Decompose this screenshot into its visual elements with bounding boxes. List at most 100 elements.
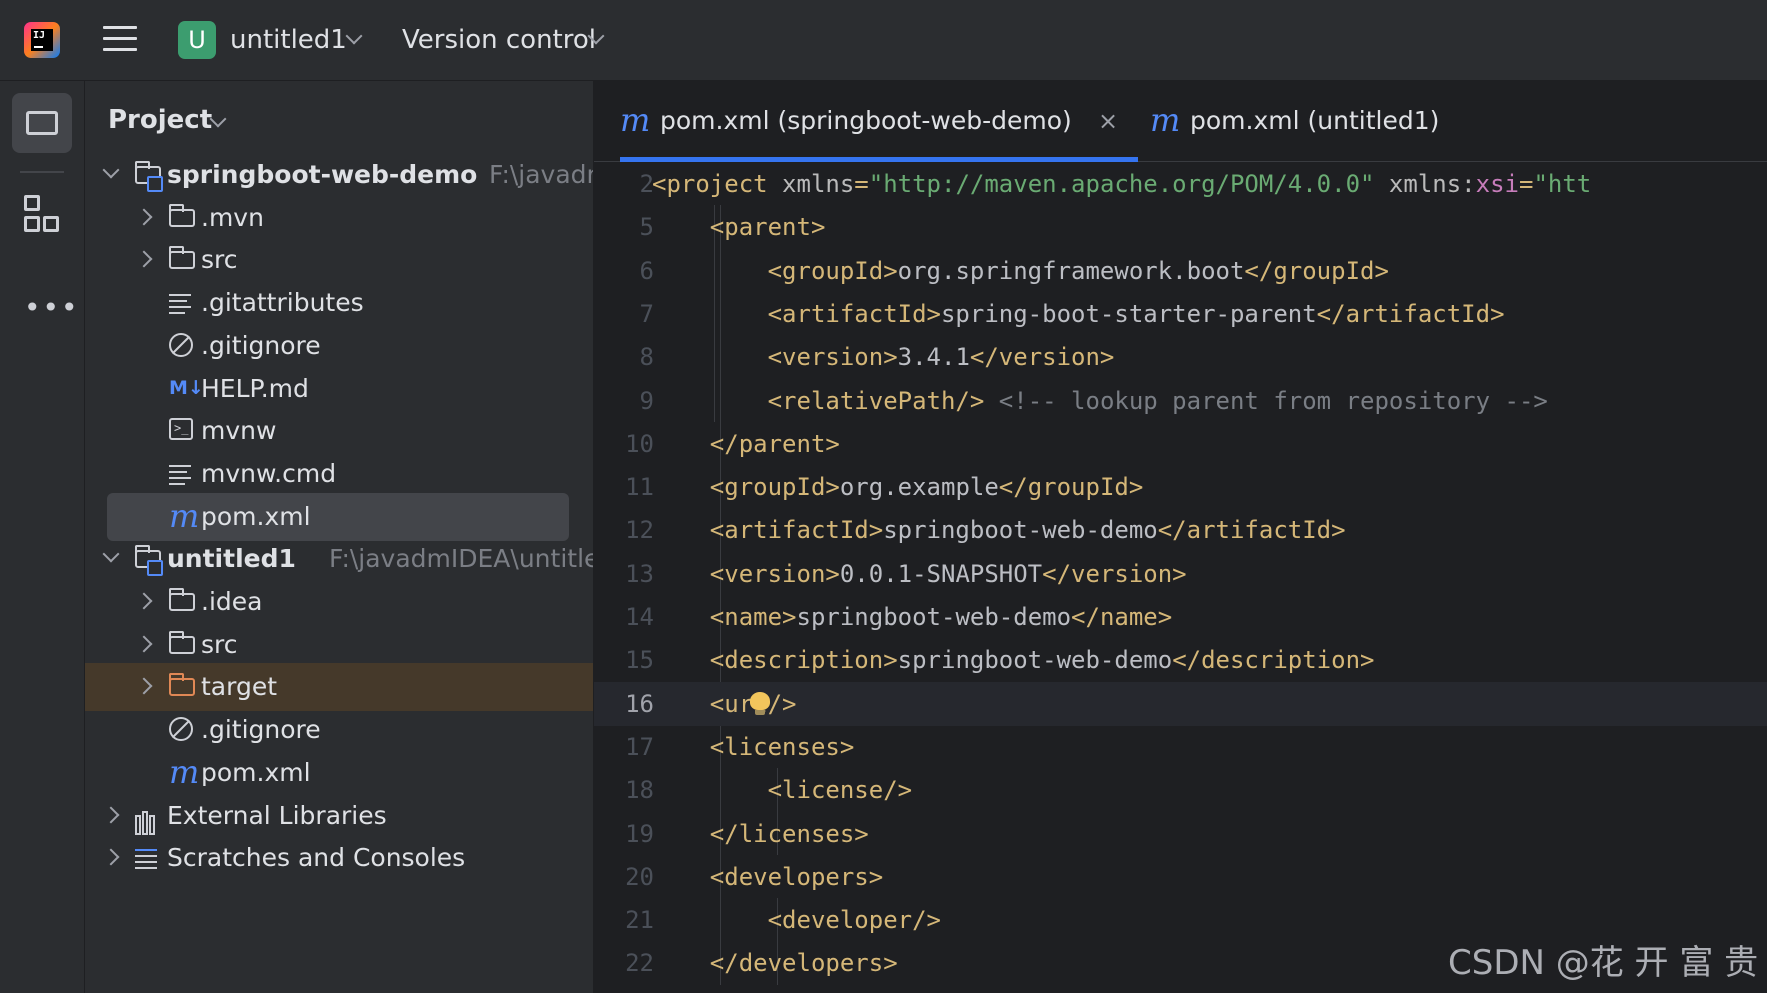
tree-item-mvnw-cmd[interactable]: mvnw.cmd xyxy=(85,450,593,498)
chevron-down-icon[interactable] xyxy=(345,27,363,45)
code-text[interactable]: <developers> xyxy=(652,855,883,899)
line-number[interactable]: 17 xyxy=(594,725,654,769)
structure-tool-button[interactable] xyxy=(12,186,72,246)
code-line[interactable]: 17 <licenses> xyxy=(594,725,1767,769)
project-badge[interactable]: U xyxy=(178,21,216,59)
chevron-right-icon[interactable] xyxy=(135,677,153,695)
line-number[interactable]: 15 xyxy=(594,638,654,682)
folder-icon xyxy=(169,203,197,229)
line-number[interactable]: 13 xyxy=(594,552,654,596)
tree-item-untitled1[interactable]: untitled1 F:\javadmIDEA\untitled1 xyxy=(85,535,593,583)
line-number[interactable]: 9 xyxy=(594,379,654,423)
code-line[interactable]: 15 <description>springboot-web-demo</des… xyxy=(594,638,1767,682)
lightbulb-icon[interactable] xyxy=(750,691,770,716)
tree-item-gitattributes[interactable]: .gitattributes xyxy=(85,279,593,327)
code-text[interactable]: <artifactId>spring-boot-starter-parent</… xyxy=(652,292,1505,336)
code-line[interactable]: 10 </parent> xyxy=(594,422,1767,466)
code-text[interactable]: </licenses> xyxy=(652,812,869,856)
tree-item-gitignore[interactable]: .gitignore xyxy=(85,706,593,754)
line-number[interactable]: 7 xyxy=(594,292,654,336)
project-selector[interactable]: untitled1 xyxy=(230,22,347,58)
code-line[interactable]: 11 <groupId>org.example</groupId> xyxy=(594,465,1767,509)
code-line[interactable]: 6 <groupId>org.springframework.boot</gro… xyxy=(594,249,1767,293)
chevron-right-icon[interactable] xyxy=(135,250,153,268)
line-number[interactable]: 19 xyxy=(594,812,654,856)
chevron-right-icon[interactable] xyxy=(102,848,120,866)
code-line[interactable]: 14 <name>springboot-web-demo</name> xyxy=(594,595,1767,639)
chevron-down-icon[interactable] xyxy=(102,545,120,563)
line-number[interactable]: 10 xyxy=(594,422,654,466)
tree-item-src[interactable]: src xyxy=(85,621,593,669)
code-text[interactable]: <groupId>org.springframework.boot</group… xyxy=(652,249,1389,293)
code-line[interactable]: 16 <url/> xyxy=(594,681,1767,726)
code-text[interactable]: <developer/> xyxy=(652,898,941,942)
line-number[interactable]: 11 xyxy=(594,465,654,509)
code-text[interactable]: <license/> xyxy=(652,768,913,812)
project-tool-button[interactable] xyxy=(12,93,72,153)
code-line[interactable]: 12 <artifactId>springboot-web-demo</arti… xyxy=(594,508,1767,552)
project-panel-title[interactable]: Project xyxy=(108,105,212,135)
line-number[interactable]: 2 xyxy=(594,162,654,206)
code-text[interactable]: <name>springboot-web-demo</name> xyxy=(652,595,1172,639)
close-icon[interactable]: × xyxy=(1098,81,1118,161)
code-line[interactable]: 5 <parent> xyxy=(594,205,1767,249)
code-text[interactable]: <artifactId>springboot-web-demo</artifac… xyxy=(652,508,1346,552)
code-text[interactable]: <licenses> xyxy=(652,725,855,769)
tree-item-scratches-and-consoles[interactable]: Scratches and Consoles xyxy=(85,834,593,882)
line-number[interactable]: 16 xyxy=(594,682,654,726)
code-line[interactable]: 13 <version>0.0.1-SNAPSHOT</version> xyxy=(594,552,1767,596)
code-text[interactable]: <relativePath/> <!-- lookup parent from … xyxy=(652,379,1548,423)
code-line[interactable]: 2 <project xmlns="http://maven.apache.org… xyxy=(594,162,1767,206)
line-number[interactable]: 14 xyxy=(594,595,654,639)
code-text[interactable]: <parent> xyxy=(652,205,826,249)
code-text[interactable]: <groupId>org.example</groupId> xyxy=(652,465,1144,509)
line-number[interactable]: 21 xyxy=(594,898,654,942)
line-number[interactable]: 6 xyxy=(594,249,654,293)
editor-tab-pom-untitled1[interactable]: m pom.xml (untitled1) xyxy=(1150,81,1490,161)
line-number[interactable]: 22 xyxy=(594,941,654,985)
code-line[interactable]: 19 </licenses> xyxy=(594,812,1767,856)
module-path: F:\javadmIDEA\untitled1 xyxy=(329,544,593,574)
code-line[interactable]: 7 <artifactId>spring-boot-starter-parent… xyxy=(594,292,1767,336)
tree-item-help-md[interactable]: M↓ HELP.md xyxy=(85,365,593,413)
intellij-logo-icon[interactable]: IJ xyxy=(24,22,60,58)
code-text[interactable]: <version>0.0.1-SNAPSHOT</version> xyxy=(652,552,1187,596)
editor-tab-pom-springboot[interactable]: m pom.xml (springboot-web-demo) × xyxy=(620,81,1138,162)
code-line[interactable]: 18 <license/> xyxy=(594,768,1767,812)
code-text[interactable]: <url/> xyxy=(652,682,797,726)
line-number[interactable]: 8 xyxy=(594,335,654,379)
main-menu-icon[interactable] xyxy=(103,26,137,54)
tree-item-idea[interactable]: .idea xyxy=(85,578,593,626)
code-line[interactable]: 20 <developers> xyxy=(594,855,1767,899)
more-tools-icon[interactable]: ••• xyxy=(24,294,80,322)
code-editor[interactable]: 2 <project xmlns="http://maven.apache.org… xyxy=(594,162,1767,993)
code-text[interactable]: <description>springboot-web-demo</descri… xyxy=(652,638,1375,682)
tree-item-label: .gitattributes xyxy=(201,288,364,318)
tree-item-mvn[interactable]: .mvn xyxy=(85,194,593,242)
line-number[interactable]: 12 xyxy=(594,508,654,552)
tree-item-gitignore[interactable]: .gitignore xyxy=(85,322,593,370)
tree-item-label: .gitignore xyxy=(201,330,321,360)
code-text[interactable]: <project xmlns="http://maven.apache.org/… xyxy=(652,162,1591,206)
chevron-right-icon[interactable] xyxy=(135,635,153,653)
line-number[interactable]: 20 xyxy=(594,855,654,899)
tree-item-pom-xml[interactable]: m pom.xml xyxy=(107,492,569,541)
tree-item-pom-xml[interactable]: m pom.xml xyxy=(85,749,593,797)
code-line[interactable]: 9 <relativePath/> <!-- lookup parent fro… xyxy=(594,379,1767,423)
chevron-down-icon[interactable] xyxy=(102,161,120,179)
line-number[interactable]: 5 xyxy=(594,205,654,249)
tree-item-src[interactable]: src xyxy=(85,236,593,284)
tree-item-external-libraries[interactable]: External Libraries xyxy=(85,792,593,840)
tree-item-springboot-web-demo[interactable]: springboot-web-demo F:\javadml xyxy=(85,151,593,199)
chevron-right-icon[interactable] xyxy=(135,592,153,610)
chevron-right-icon[interactable] xyxy=(102,806,120,823)
code-text[interactable]: <version>3.4.1</version> xyxy=(652,335,1115,379)
code-line[interactable]: 8 <version>3.4.1</version> xyxy=(594,335,1767,379)
tree-item-mvnw[interactable]: >_ mvnw xyxy=(85,407,593,455)
code-text[interactable]: </parent> xyxy=(652,422,840,466)
version-control-menu[interactable]: Version control xyxy=(402,22,596,58)
chevron-right-icon[interactable] xyxy=(135,208,153,226)
line-number[interactable]: 18 xyxy=(594,768,654,812)
code-text[interactable]: </developers> xyxy=(652,941,898,985)
tree-item-target[interactable]: target xyxy=(85,663,593,712)
